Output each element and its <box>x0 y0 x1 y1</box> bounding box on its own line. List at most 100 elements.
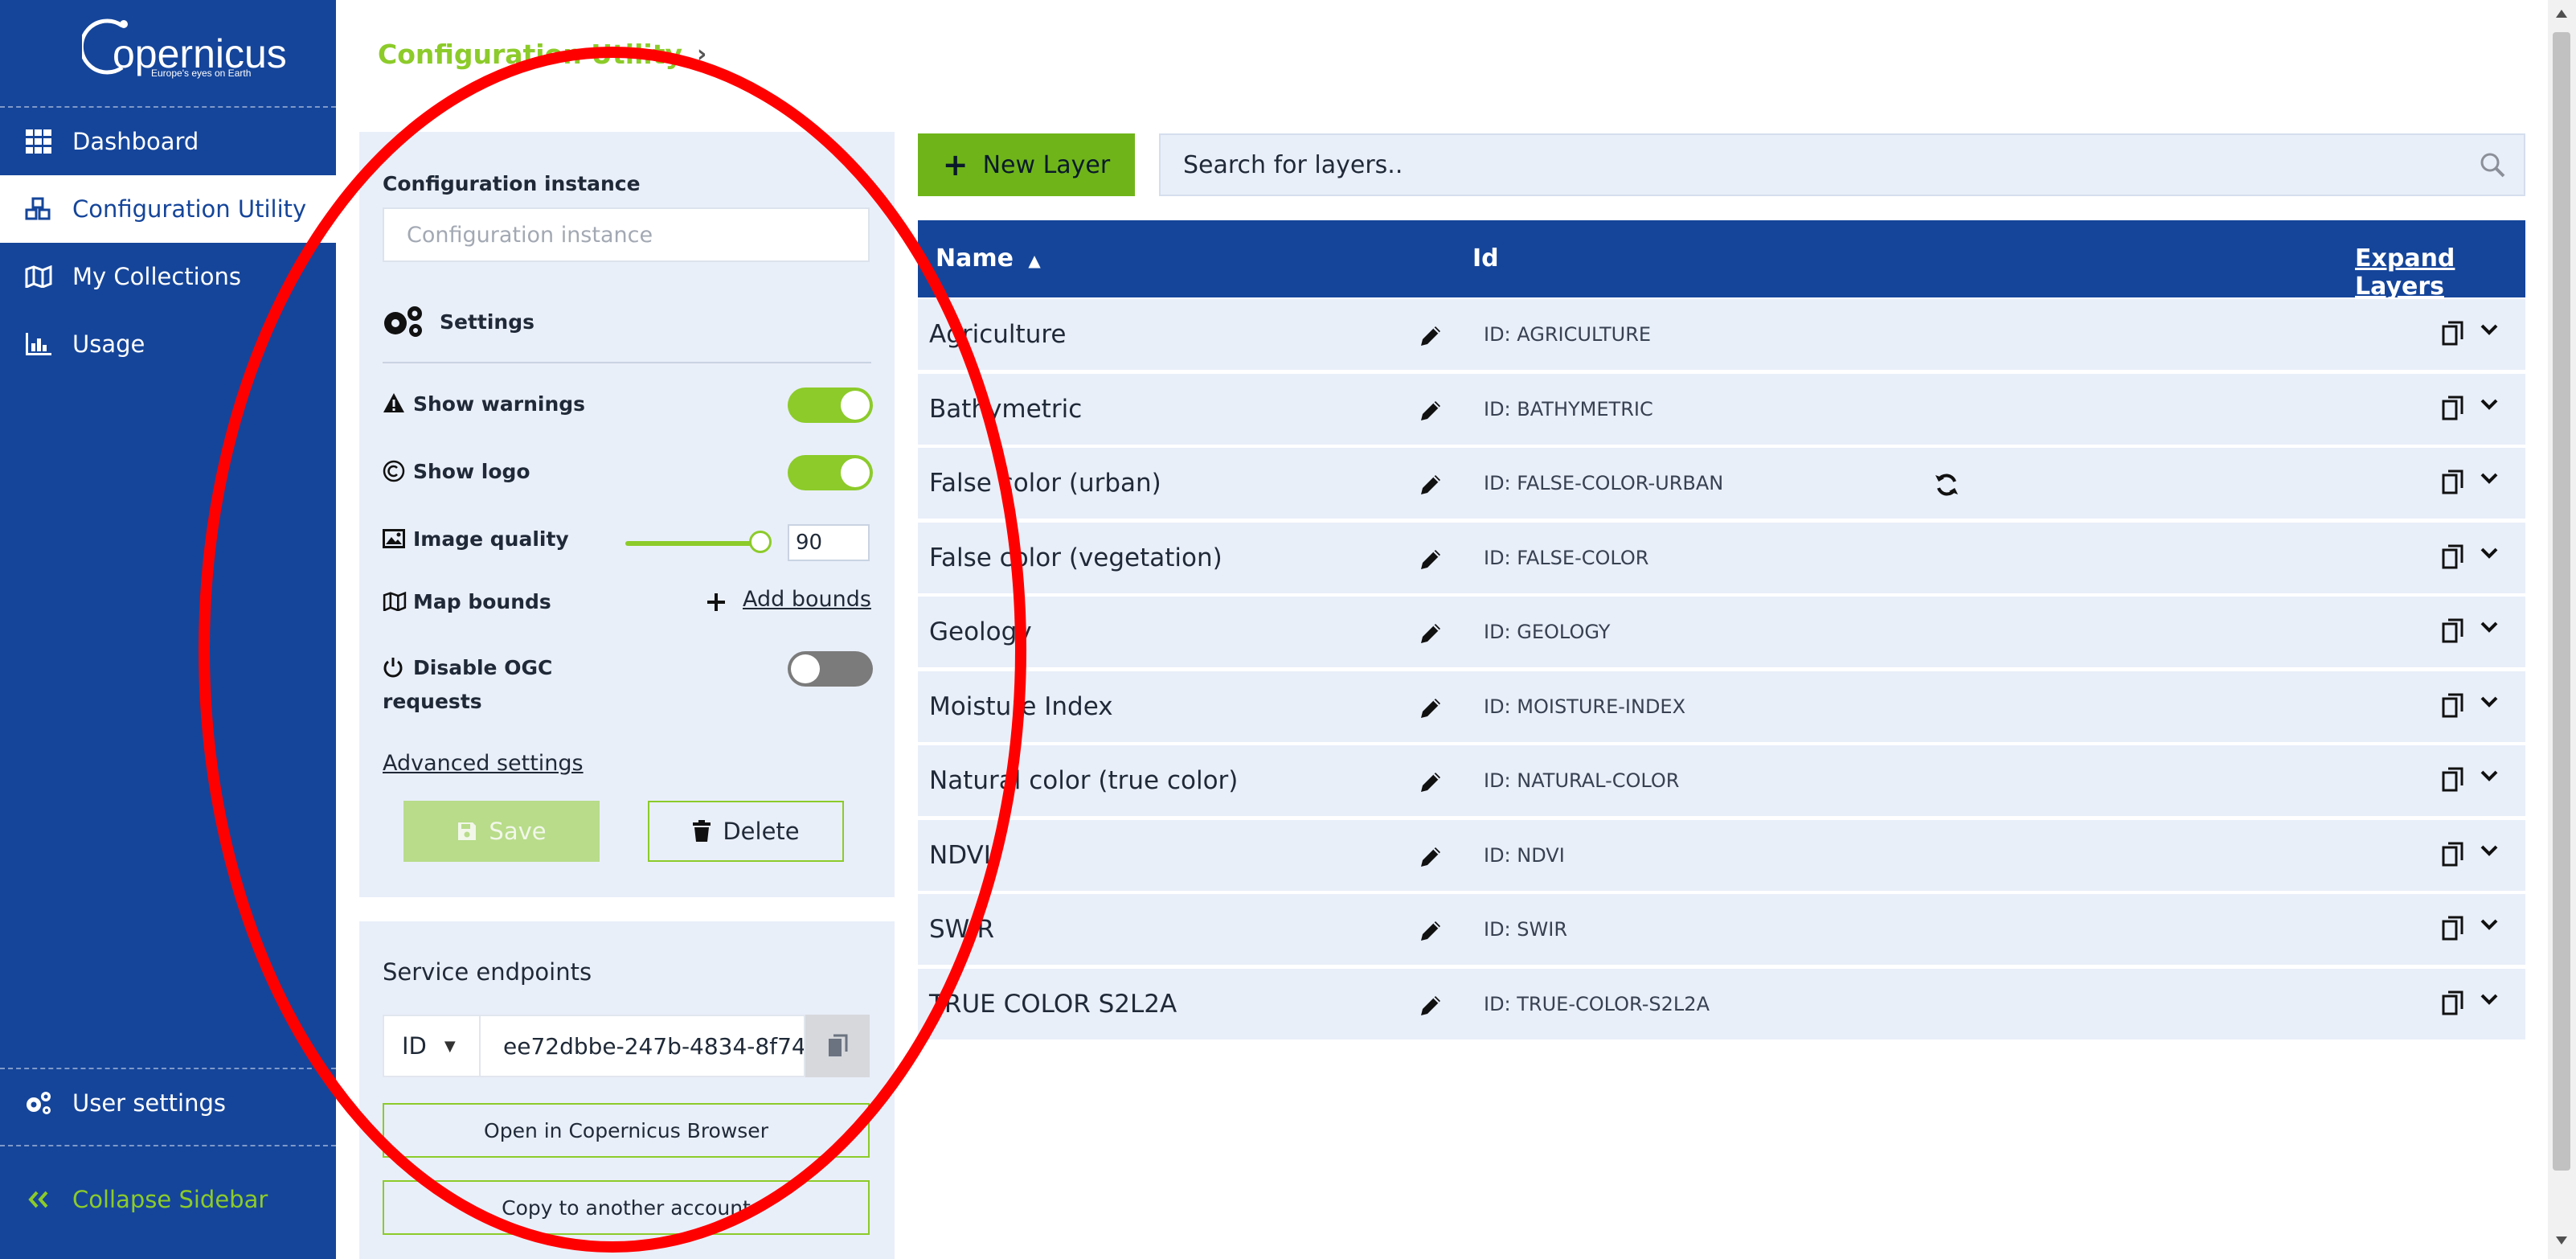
disable-ogc-label: Disable OGC <box>413 656 553 679</box>
pencil-icon[interactable] <box>1418 323 1444 352</box>
pencil-icon[interactable] <box>1418 547 1444 576</box>
page-scrollbar-thumb[interactable] <box>2553 32 2570 1171</box>
map-icon <box>383 592 407 611</box>
pencil-icon[interactable] <box>1418 472 1444 501</box>
configuration-instance-label: Configuration instance <box>383 172 641 195</box>
copy-icon[interactable] <box>2442 469 2464 498</box>
layer-id: ID: MOISTURE-INDEX <box>1484 695 1686 718</box>
refresh-icon[interactable] <box>1934 472 1960 501</box>
table-row[interactable]: NDVI ID: NDVI <box>918 819 2525 891</box>
copy-icon[interactable] <box>2442 320 2464 349</box>
chevron-down-icon[interactable] <box>2480 844 2498 859</box>
table-row[interactable]: Moisture Index ID: MOISTURE-INDEX <box>918 671 2525 742</box>
chevron-down-icon[interactable] <box>2480 547 2498 562</box>
copernicus-logo[interactable]: opernicus Europe's eyes on Earth <box>0 0 336 108</box>
layer-name: Bathymetric <box>929 394 1083 424</box>
breadcrumb-item[interactable]: Configuration Utility <box>378 39 682 70</box>
copy-icon[interactable] <box>2442 543 2464 572</box>
pencil-icon[interactable] <box>1418 918 1444 947</box>
new-layer-button[interactable]: + New Layer <box>918 133 1135 196</box>
sidebar-item-user-settings[interactable]: User settings <box>0 1069 336 1137</box>
chevron-down-icon[interactable] <box>2480 323 2498 338</box>
expand-layers-link[interactable]: Expand Layers <box>2355 244 2525 301</box>
name-header-label: Name <box>936 244 1014 273</box>
floppy-icon <box>458 822 477 840</box>
layer-search-input[interactable]: Search for layers.. <box>1159 133 2525 196</box>
save-button[interactable]: Save <box>403 801 600 862</box>
pencil-icon[interactable] <box>1418 993 1444 1022</box>
show-warnings-label: Show warnings <box>413 392 586 416</box>
table-row[interactable]: Agriculture ID: AGRICULTURE <box>918 299 2525 370</box>
sidebar-item-configuration-utility[interactable]: Configuration Utility <box>0 175 336 243</box>
table-row[interactable]: Geology ID: GEOLOGY <box>918 597 2525 667</box>
pencil-icon[interactable] <box>1418 695 1444 724</box>
show-warnings-toggle[interactable] <box>788 388 873 423</box>
layer-id: ID: NATURAL-COLOR <box>1484 769 1680 792</box>
sidebar-item-usage[interactable]: Usage <box>0 310 336 378</box>
copy-icon[interactable] <box>2442 617 2464 646</box>
disable-ogc-toggle[interactable] <box>788 651 873 687</box>
endpoint-group: ID ▼ ee72dbbe-247b-4834-8f74 <box>383 1015 870 1077</box>
name-column-header[interactable]: Name ▲ <box>936 244 1041 273</box>
copy-icon[interactable] <box>2442 395 2464 424</box>
image-quality-slider-track[interactable] <box>625 541 762 546</box>
gears-icon <box>24 1089 53 1118</box>
breadcrumb: Configuration Utility › <box>378 39 706 70</box>
table-row[interactable]: SWIR ID: SWIR <box>918 894 2525 965</box>
copy-icon[interactable] <box>2442 766 2464 795</box>
scroll-up-arrow-icon[interactable] <box>2556 10 2567 18</box>
table-row[interactable]: TRUE COLOR S2L2A ID: TRUE-COLOR-S2L2A <box>918 968 2525 1040</box>
open-in-copernicus-browser-button[interactable]: Open in Copernicus Browser <box>383 1103 870 1158</box>
table-row[interactable]: Natural color (true color) ID: NATURAL-CO… <box>918 745 2525 816</box>
copy-icon[interactable] <box>2442 841 2464 870</box>
endpoint-type-value: ID <box>402 1032 427 1060</box>
chevron-down-icon[interactable] <box>2480 695 2498 711</box>
sort-ascending-icon: ▲ <box>1028 251 1041 270</box>
configuration-instance-input[interactable]: Configuration instance <box>383 207 870 262</box>
chevron-down-icon[interactable] <box>2480 918 2498 933</box>
layer-id: ID: FALSE-COLOR-URBAN <box>1484 472 1724 494</box>
table-row[interactable]: Bathymetric ID: BATHYMETRIC <box>918 373 2525 445</box>
layer-id: ID: TRUE-COLOR-S2L2A <box>1484 992 1710 1015</box>
show-logo-toggle[interactable] <box>788 455 873 490</box>
id-column-header: Id <box>1472 244 1499 273</box>
sidebar-item-dashboard[interactable]: Dashboard <box>0 108 336 175</box>
layer-id: ID: BATHYMETRIC <box>1484 397 1653 420</box>
chevron-down-icon[interactable] <box>2480 472 2498 487</box>
chevron-down-icon[interactable] <box>2480 398 2498 413</box>
map-icon <box>24 262 53 291</box>
pencil-icon[interactable] <box>1418 621 1444 650</box>
sidebar-item-label: Configuration Utility <box>72 195 307 223</box>
pencil-icon[interactable] <box>1418 398 1444 427</box>
copy-icon[interactable] <box>2442 915 2464 944</box>
advanced-settings-link[interactable]: Advanced settings <box>383 751 584 776</box>
copy-to-another-account-button[interactable]: Copy to another account <box>383 1180 870 1235</box>
table-row[interactable]: False color (urban) ID: FALSE-COLOR-URBAN <box>918 448 2525 519</box>
chevron-down-icon[interactable] <box>2480 621 2498 636</box>
image-quality-input[interactable]: 90 <box>788 524 870 561</box>
pencil-icon[interactable] <box>1418 844 1444 873</box>
layer-id: ID: FALSE-COLOR <box>1484 546 1649 569</box>
sidebar-item-label: User settings <box>72 1089 226 1117</box>
sidebar-item-my-collections[interactable]: My Collections <box>0 243 336 310</box>
plus-icon <box>706 592 727 613</box>
scroll-down-arrow-icon[interactable] <box>2556 1236 2567 1245</box>
layer-id: ID: SWIR <box>1484 918 1567 941</box>
add-bounds-link[interactable]: Add bounds <box>743 587 871 612</box>
image-quality-label: Image quality <box>413 527 569 551</box>
chevron-down-icon[interactable] <box>2480 769 2498 785</box>
collapse-sidebar-label: Collapse Sidebar <box>72 1186 268 1213</box>
chevron-right-icon: › <box>697 40 707 68</box>
pencil-icon[interactable] <box>1418 769 1444 798</box>
table-row[interactable]: False color (vegetation) ID: FALSE-COLOR <box>918 522 2525 593</box>
delete-button[interactable]: Delete <box>648 801 844 862</box>
copy-icon[interactable] <box>2442 990 2464 1019</box>
copy-endpoint-button[interactable] <box>805 1015 870 1077</box>
copy-icon[interactable] <box>2442 692 2464 721</box>
image-quality-slider-handle[interactable] <box>749 531 772 553</box>
chevron-down-icon[interactable] <box>2480 993 2498 1008</box>
collapse-sidebar-button[interactable]: Collapse Sidebar <box>0 1166 336 1233</box>
endpoint-type-select[interactable]: ID ▼ <box>383 1015 481 1077</box>
endpoint-value-field[interactable]: ee72dbbe-247b-4834-8f74 <box>481 1015 805 1077</box>
double-chevron-left-icon <box>24 1185 53 1214</box>
